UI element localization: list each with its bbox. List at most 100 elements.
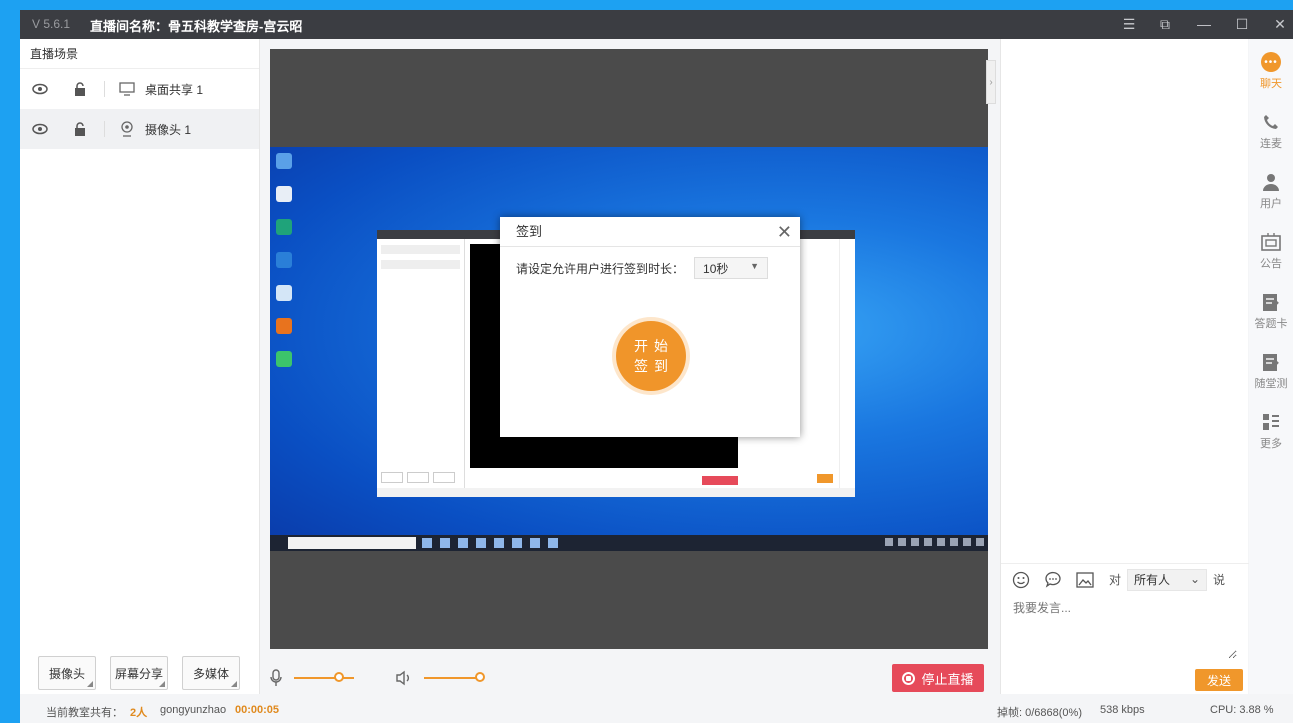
close-icon[interactable]: ✕ [777,217,792,247]
speaker-icon[interactable] [394,666,414,690]
scene-label: 桌面共享 1 [145,82,204,97]
maximize-button[interactable]: ☐ [1231,14,1253,34]
caret-down-icon: ▼ [750,261,760,271]
scene-label: 摄像头 1 [145,122,192,137]
phone-icon [1249,109,1293,135]
recipient-value: 所有人 [1134,573,1171,587]
duration-prompt: 请设定允许用户进行签到时长： [516,261,685,276]
monitor-icon [117,79,137,99]
chat-input[interactable] [1013,599,1237,659]
speech-bubble-icon[interactable] [1041,568,1065,592]
rail-label: 用户 [1260,198,1282,210]
close-button[interactable]: ✕ [1269,14,1291,34]
duration-row: 请设定允许用户进行签到时长： 10秒 ▼ [516,257,769,279]
lock-icon[interactable] [70,79,90,99]
multimedia-button[interactable]: 多媒体 [182,656,240,690]
speaker-volume-knob[interactable] [475,672,485,682]
app-window: V 5.6.1 直播间名称：骨五科教学查房-宫云昭 ☰ ⧉ — ☐ ✕ 直播场景… [20,10,1293,723]
chat-toolbar: 对 所有人 ⌄ 说 [1001,563,1249,595]
eye-icon[interactable] [30,119,50,139]
stop-live-label: 停止直播 [921,671,974,687]
lock-icon[interactable] [70,119,90,139]
duration-select[interactable]: 10秒 ▼ [694,257,769,279]
chat-panel: 对 所有人 ⌄ 说 发送 [1000,39,1249,694]
duration-value: 10秒 [703,261,729,276]
source-buttons: 摄像头 屏幕分享 多媒体 [38,656,240,690]
chevron-down-icon: ⌄ [1189,571,1201,586]
notice-icon [1249,229,1293,255]
rail-item-answer-card[interactable]: 答题卡 [1249,289,1293,341]
minimize-button[interactable]: — [1193,14,1215,34]
desktop-app-icon [276,285,292,301]
desktop-app-icon [276,351,292,367]
side-rail: ••• 聊天 连麦 用户 公告 答题卡 随堂测 更多 [1249,39,1293,694]
windows-taskbar [270,535,988,551]
signin-dialog: 签到 ✕ 请设定允许用户进行签到时长： 10秒 ▼ 开始 签到 [500,217,800,437]
taskbar-search [288,537,416,549]
divider [104,81,105,97]
stop-icon [902,671,916,685]
dialog-title: 签到 ✕ [500,217,800,247]
eye-icon[interactable] [30,79,50,99]
version-label: V 5.6.1 [32,17,71,31]
rail-item-more[interactable]: 更多 [1249,409,1293,461]
rail-item-chat[interactable]: ••• 聊天 [1249,49,1293,101]
desktop-icons [276,153,296,384]
microphone-icon[interactable] [266,666,286,690]
stop-live-button[interactable]: 停止直播 [892,664,984,692]
rail-label: 答题卡 [1254,318,1288,330]
divider [104,121,105,137]
elapsed-time: 00:00:05 [235,704,280,716]
send-button[interactable]: 发送 [1195,669,1243,691]
camera-button[interactable]: 摄像头 [38,656,96,690]
preview-stage: 签到 ✕ 请设定允许用户进行签到时长： 10秒 ▼ 开始 签到 [270,49,988,649]
rail-label: 更多 [1260,438,1282,450]
mic-volume-knob[interactable] [334,672,344,682]
rail-label: 连麦 [1260,138,1282,150]
chat-icon: ••• [1261,52,1281,72]
desktop-app-icon [276,318,292,334]
more-icon [1249,409,1293,435]
collapse-chevron-icon[interactable]: › [986,60,996,104]
scene-panel-header: 直播场景 [20,39,259,69]
emoji-icon[interactable] [1009,568,1033,592]
answer-card-icon [1249,289,1293,315]
room-title: 直播间名称：骨五科教学查房-宫云昭 [90,19,303,34]
speaker-volume-slider[interactable] [424,677,480,679]
control-bar: 停止直播 [260,658,998,698]
online-label: 当前教室共有： [46,707,123,719]
desktop-app-icon [276,252,292,268]
shared-desktop: 签到 ✕ 请设定允许用户进行签到时长： 10秒 ▼ 开始 签到 [270,147,988,551]
rail-label: 随堂测 [1254,378,1288,390]
dropped-frames: 掉帧: 0/6868(0%) [997,707,1082,719]
mic-volume-slider[interactable] [294,677,354,679]
desktop-app-icon [276,219,292,235]
menu-icon[interactable]: ☰ [1118,14,1140,34]
quiz-icon [1249,349,1293,375]
status-bar: 当前教室共有： 2人 gongyunzhao 00:00:05 掉帧: 0/68… [20,698,1293,723]
screen-share-button[interactable]: 屏幕分享 [110,656,168,690]
layout-icon[interactable]: ⧉ [1154,14,1176,34]
scene-item-camera[interactable]: 摄像头 1 [20,109,259,149]
start-signin-button[interactable]: 开始 签到 [616,321,686,391]
recipient-select[interactable]: 所有人 ⌄ [1127,568,1208,591]
camera-icon [117,119,137,139]
cpu-usage: CPU: 3.88 % [1210,704,1274,716]
rail-item-quiz[interactable]: 随堂测 [1249,349,1293,401]
username: gongyunzhao [160,704,227,716]
desktop-app-icon [276,153,292,169]
say-label: 说 [1213,573,1226,587]
title-bar: V 5.6.1 直播间名称：骨五科教学查房-宫云昭 ☰ ⧉ — ☐ ✕ [20,10,1293,39]
scene-panel: 直播场景 桌面共享 1 摄像头 1 摄像头 屏幕分享 多媒体 [20,39,260,694]
rail-label: 聊天 [1260,78,1282,90]
user-icon [1249,169,1293,195]
to-label: 对 [1109,573,1122,587]
rail-item-users[interactable]: 用户 [1249,169,1293,221]
image-icon[interactable] [1073,568,1097,592]
rail-item-notice[interactable]: 公告 [1249,229,1293,281]
rail-item-mic-link[interactable]: 连麦 [1249,109,1293,161]
desktop-app-icon [276,186,292,202]
start-signin-line2: 签到 [634,358,674,374]
dialog-title-text: 签到 [516,224,543,239]
scene-item-desktop[interactable]: 桌面共享 1 [20,69,259,109]
